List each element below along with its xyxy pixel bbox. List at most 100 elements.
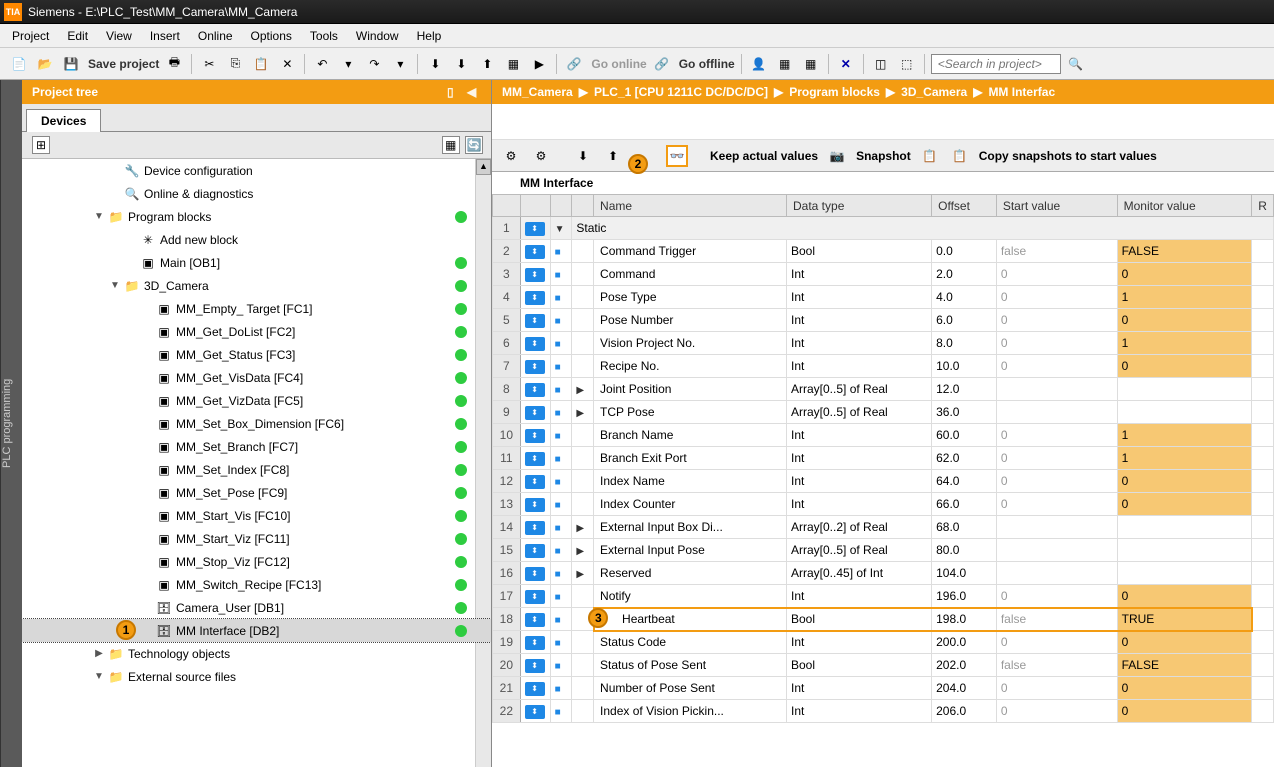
menu-help[interactable]: Help — [417, 29, 442, 43]
copy-snap-icon-1[interactable]: 📋 — [919, 145, 941, 167]
cell-name[interactable]: Index of Vision Pickin... — [594, 700, 787, 723]
accessible-button[interactable]: 👤 — [748, 53, 770, 75]
expand-icon[interactable]: ▶ — [572, 401, 594, 424]
cell-name[interactable]: Reserved — [594, 562, 787, 585]
cell-data-type[interactable]: Array[0..5] of Real — [787, 378, 932, 401]
cell-start-value[interactable]: 0 — [996, 447, 1117, 470]
tree-item[interactable]: 1🗄MM Interface [DB2] — [22, 619, 491, 642]
table-row[interactable]: 7⬍■Recipe No.Int10.000 — [493, 355, 1274, 378]
column-header[interactable]: R — [1252, 195, 1274, 217]
cell-start-value[interactable] — [996, 378, 1117, 401]
paste-button[interactable]: 📋 — [250, 53, 272, 75]
save-button[interactable]: 💾 — [60, 53, 82, 75]
table-row[interactable]: 19⬍■Status CodeInt200.000 — [493, 631, 1274, 654]
go-online-label[interactable]: Go online — [591, 57, 646, 71]
table-row[interactable]: 11⬍■Branch Exit PortInt62.001 — [493, 447, 1274, 470]
column-header[interactable]: Monitor value — [1117, 195, 1252, 217]
menu-insert[interactable]: Insert — [150, 29, 180, 43]
cell-start-value[interactable]: false — [996, 654, 1117, 677]
search-go-button[interactable]: 🔍 — [1065, 53, 1087, 75]
cell-data-type[interactable]: Int — [787, 263, 932, 286]
table-row[interactable]: 8⬍■▶Joint PositionArray[0..5] of Real12.… — [493, 378, 1274, 401]
tree-toggle-icon[interactable]: ▼ — [94, 671, 104, 682]
cell-data-type[interactable]: Int — [787, 332, 932, 355]
table-row[interactable]: 18⬍■3HeartbeatBool198.0falseTRUE — [493, 608, 1274, 631]
split-h-button[interactable]: ◫ — [870, 53, 892, 75]
cell-name[interactable]: Heartbeat — [594, 608, 787, 631]
go-online-icon[interactable]: 🔗 — [563, 53, 585, 75]
cell-start-value[interactable]: false — [996, 240, 1117, 263]
table-row[interactable]: 21⬍■Number of Pose SentInt204.000 — [493, 677, 1274, 700]
cell-name[interactable]: Pose Type — [594, 286, 787, 309]
table-row[interactable]: 15⬍■▶External Input PoseArray[0..5] of R… — [493, 539, 1274, 562]
expand-icon[interactable] — [572, 309, 594, 332]
cell-name[interactable]: Branch Name — [594, 424, 787, 447]
table-row[interactable]: 3⬍■CommandInt2.000 — [493, 263, 1274, 286]
cell-name[interactable]: Pose Number — [594, 309, 787, 332]
expand-icon[interactable] — [572, 424, 594, 447]
copy-snapshots-button[interactable]: Copy snapshots to start values — [979, 149, 1157, 163]
cell-name[interactable]: Command — [594, 263, 787, 286]
table-row[interactable]: 16⬍■▶ReservedArray[0..45] of Int104.0 — [493, 562, 1274, 585]
cell-data-type[interactable]: Int — [787, 493, 932, 516]
layout-button[interactable]: ▦ — [800, 53, 822, 75]
open-project-button[interactable]: 📂 — [34, 53, 56, 75]
cell-data-type[interactable]: Int — [787, 424, 932, 447]
cell-data-type[interactable]: Int — [787, 700, 932, 723]
cell-name[interactable]: Index Name — [594, 470, 787, 493]
cell-start-value[interactable]: 0 — [996, 424, 1117, 447]
tree-item[interactable]: ▣Main [OB1] — [22, 251, 491, 274]
table-row[interactable]: 6⬍■Vision Project No.Int8.001 — [493, 332, 1274, 355]
cell-name[interactable]: Index Counter — [594, 493, 787, 516]
cell-data-type[interactable]: Bool — [787, 654, 932, 677]
cell-name[interactable]: Vision Project No. — [594, 332, 787, 355]
expand-icon[interactable] — [572, 470, 594, 493]
breadcrumb-item[interactable]: MM_Camera — [502, 85, 573, 99]
tree-item[interactable]: ✳Add new block — [22, 228, 491, 251]
expand-icon[interactable] — [572, 286, 594, 309]
expand-icon[interactable] — [572, 332, 594, 355]
upload-button[interactable]: ⬆ — [476, 53, 498, 75]
cell-start-value[interactable]: 0 — [996, 286, 1117, 309]
tree-item[interactable]: ▣MM_Switch_Recipe [FC13] — [22, 573, 491, 596]
cell-data-type[interactable]: Int — [787, 355, 932, 378]
column-header[interactable] — [572, 195, 594, 217]
expand-icon[interactable] — [572, 631, 594, 654]
expand-icon[interactable] — [572, 240, 594, 263]
expand-icon[interactable]: ▶ — [572, 539, 594, 562]
cell-start-value[interactable]: false — [996, 608, 1117, 631]
cell-data-type[interactable]: Bool — [787, 240, 932, 263]
tree-toggle-icon[interactable]: ▼ — [110, 280, 120, 291]
cell-start-value[interactable]: 0 — [996, 493, 1117, 516]
upload-values-button[interactable]: ⬆ — [602, 145, 624, 167]
split-v-button[interactable]: ⬚ — [896, 53, 918, 75]
menu-online[interactable]: Online — [198, 29, 233, 43]
expand-icon[interactable]: ▼ — [550, 217, 572, 240]
breadcrumb-item[interactable]: MM Interfac — [988, 85, 1055, 99]
cell-name[interactable]: TCP Pose — [594, 401, 787, 424]
cell-start-value[interactable] — [996, 516, 1117, 539]
cell-start-value[interactable]: 0 — [996, 677, 1117, 700]
expand-icon[interactable] — [572, 263, 594, 286]
table-row[interactable]: 5⬍■Pose NumberInt6.000 — [493, 309, 1274, 332]
cell-data-type[interactable]: Int — [787, 309, 932, 332]
expand-icon[interactable] — [572, 355, 594, 378]
download-values-button[interactable]: ⬇ — [572, 145, 594, 167]
expand-icon[interactable]: ▶ — [572, 516, 594, 539]
table-row[interactable]: 17⬍■NotifyInt196.000 — [493, 585, 1274, 608]
redo-dropdown[interactable]: ▾ — [389, 53, 411, 75]
expand-icon[interactable]: ▶ — [572, 378, 594, 401]
menu-edit[interactable]: Edit — [67, 29, 88, 43]
go-offline-label[interactable]: Go offline — [679, 57, 735, 71]
tree-item[interactable]: ▶📁Technology objects — [22, 642, 491, 665]
breadcrumb-item[interactable]: 3D_Camera — [901, 85, 967, 99]
cell-data-type[interactable]: Int — [787, 677, 932, 700]
menu-view[interactable]: View — [106, 29, 132, 43]
tree-item[interactable]: ▣MM_Get_VizData [FC5] — [22, 389, 491, 412]
data-grid[interactable]: NameData typeOffsetStart valueMonitor va… — [492, 194, 1274, 767]
cell-name[interactable]: External Input Pose — [594, 539, 787, 562]
tree-item[interactable]: ▣MM_Start_Vis [FC10] — [22, 504, 491, 527]
editor-btn-1[interactable]: ⚙ — [500, 145, 522, 167]
snapshot-icon[interactable]: 📷 — [826, 145, 848, 167]
tree-toggle-icon[interactable]: ▼ — [94, 211, 104, 222]
